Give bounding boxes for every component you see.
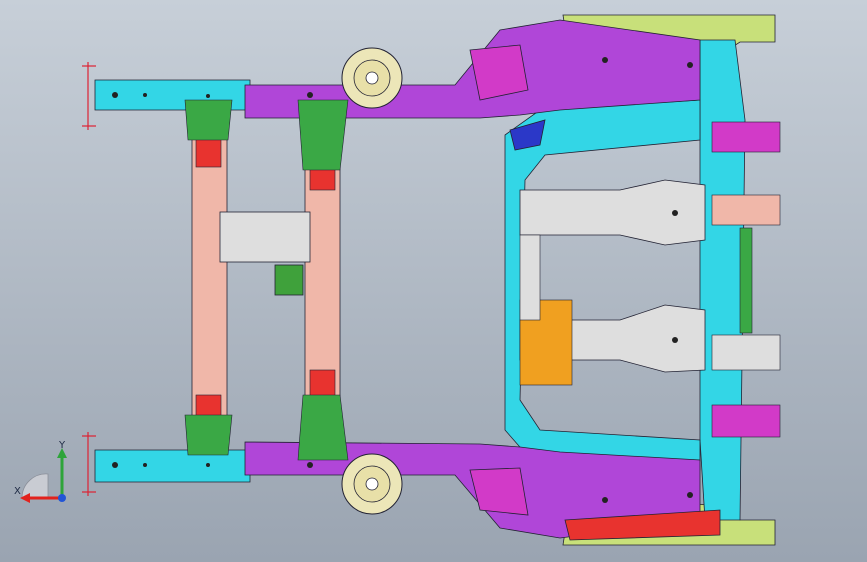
coordinate-triad: Y X xyxy=(14,440,67,503)
mid-bottom-green-bracket xyxy=(297,394,349,461)
mid-top-green-bracket xyxy=(297,99,349,171)
triad-y-label: Y xyxy=(58,440,66,451)
right-green-strip xyxy=(739,227,753,334)
bottom-body-mount xyxy=(341,453,403,515)
front-end-marker-bottom xyxy=(82,432,96,496)
bottom-magenta-block xyxy=(469,467,529,516)
center-silver-strip xyxy=(519,234,541,321)
model-viewport[interactable]: Y X xyxy=(0,0,867,562)
top-body-mount xyxy=(341,47,403,109)
right-silver-tab xyxy=(711,334,781,371)
right-salmon-tab xyxy=(711,194,781,226)
front-top-green-bracket xyxy=(184,99,233,141)
triad-x-label: X xyxy=(14,486,21,497)
right-magenta-tab-top xyxy=(711,121,781,153)
front-end-marker-top xyxy=(82,62,96,130)
right-magenta-tab-bottom xyxy=(711,404,781,438)
right-vertical-rail xyxy=(699,39,746,521)
cross-link-plate xyxy=(219,211,311,263)
triad-z-axis xyxy=(58,494,66,502)
chassis-frame-model[interactable] xyxy=(0,0,867,562)
green-square-plate xyxy=(274,264,304,296)
triad-base-icon xyxy=(21,473,49,499)
front-bottom-green-bracket xyxy=(184,414,233,456)
top-magenta-block xyxy=(469,44,529,101)
